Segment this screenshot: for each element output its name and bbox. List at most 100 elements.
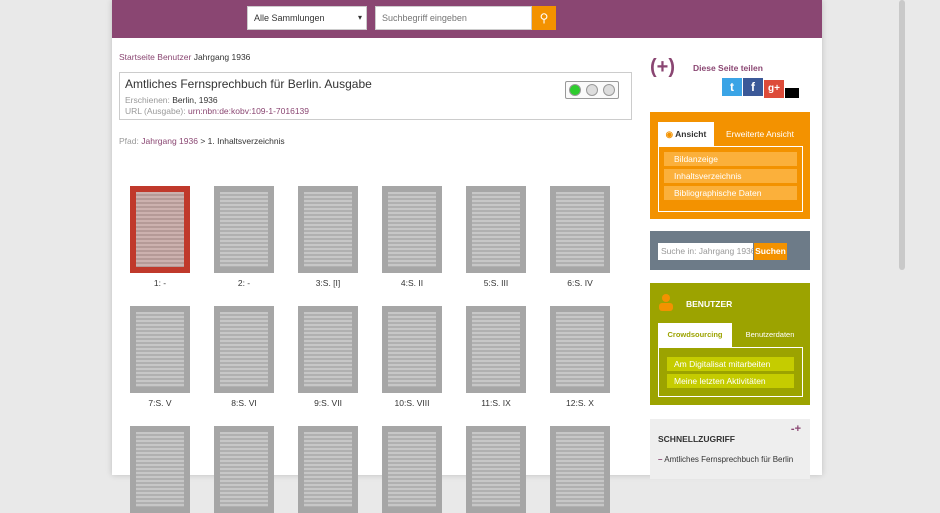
user-options: Am Digitalisat mitarbeiten Meine letzten…: [658, 347, 803, 397]
share-plus-icon: (+): [650, 56, 675, 78]
collection-select-value: Alle Sammlungen: [254, 13, 325, 23]
thumbnail-image[interactable]: [550, 306, 610, 393]
user-item-aktivitaeten[interactable]: Meine letzten Aktivitäten: [667, 374, 794, 388]
thumbnail-label: 8:S. VI: [231, 398, 257, 408]
thumbnail[interactable]: 3:S. [I]: [298, 186, 358, 288]
published-label: Erschienen:: [125, 95, 170, 105]
thumbnail[interactable]: [382, 426, 442, 513]
thumbnail[interactable]: [130, 426, 190, 513]
thumbnail-image[interactable]: [466, 186, 526, 273]
inner-search-button[interactable]: Suchen: [754, 243, 787, 260]
quick-item[interactable]: – Amtliches Fernsprechbuch für Berlin: [658, 455, 798, 465]
quick-toggle[interactable]: -+: [791, 423, 801, 435]
user-icon: [659, 294, 673, 311]
breadcrumb-home[interactable]: Startseite: [119, 52, 155, 62]
breadcrumb-user[interactable]: Benutzer: [157, 52, 191, 62]
published-value: Berlin, 1936: [172, 95, 218, 105]
path-link[interactable]: Jahrgang 1936: [141, 136, 198, 146]
record-published: Erschienen: Berlin, 1936: [125, 95, 626, 106]
record-info-box: Amtliches Fernsprechbuch für Berlin. Aus…: [119, 72, 632, 120]
delicious-icon[interactable]: [785, 88, 799, 98]
tab-erweiterte-ansicht[interactable]: Erweiterte Ansicht: [720, 122, 800, 146]
record-title: Amtliches Fernsprechbuch für Berlin. Aus…: [125, 77, 372, 91]
thumbnail[interactable]: 12:S. X: [550, 306, 610, 408]
thumbnail-image[interactable]: [298, 426, 358, 513]
path-current: 1. Inhaltsverzeichnis: [207, 136, 285, 146]
quick-item-label: Amtliches Fernsprechbuch für Berlin: [664, 455, 794, 464]
twitter-icon[interactable]: t: [722, 78, 742, 96]
thumbnail-image[interactable]: [382, 426, 442, 513]
thumbnail-image[interactable]: [214, 186, 274, 273]
thumbnail-label: 3:S. [I]: [315, 278, 341, 288]
thumbnail[interactable]: 4:S. II: [382, 186, 442, 288]
facebook-icon[interactable]: f: [743, 78, 763, 96]
url-label: URL (Ausgabe):: [125, 106, 186, 116]
thumbnail-image[interactable]: [550, 426, 610, 513]
thumbnail-label: 6:S. IV: [567, 278, 593, 288]
thumbnail[interactable]: [550, 426, 610, 513]
view-item-bibliographische-daten[interactable]: Bibliographische Daten: [664, 186, 797, 200]
thumbnail[interactable]: 6:S. IV: [550, 186, 610, 288]
view-options: Bildanzeige Inhaltsverzeichnis Bibliogra…: [658, 146, 803, 212]
view-item-inhaltsverzeichnis[interactable]: Inhaltsverzeichnis: [664, 169, 797, 183]
thumbnail-image[interactable]: [466, 426, 526, 513]
thumbnail-image[interactable]: [214, 306, 274, 393]
status-lights: [565, 81, 619, 99]
thumbnail-label: 5:S. III: [483, 278, 509, 288]
thumbnail[interactable]: [466, 426, 526, 513]
collection-select[interactable]: Alle Sammlungen ▾: [247, 6, 367, 30]
inner-search-box: Suche in: Jahrgang 1936 Suchen: [650, 231, 810, 270]
thumbnail-label: 2: -: [237, 278, 251, 288]
url-link[interactable]: urn:nbn:de:kobv:109-1-7016139: [188, 106, 309, 116]
scrollbar[interactable]: [899, 0, 905, 270]
share-box: (+) Diese Seite teilen t f g+: [650, 56, 810, 106]
select-arrow-icon: ▾: [357, 13, 362, 22]
search-icon: ⚲: [539, 11, 549, 25]
quick-item-dash: –: [658, 455, 663, 464]
record-url: URL (Ausgabe): urn:nbn:de:kobv:109-1-701…: [125, 106, 626, 117]
thumbnail-label: 10:S. VIII: [394, 398, 430, 408]
user-header: BENUTZER: [686, 299, 733, 309]
google-plus-icon[interactable]: g+: [764, 80, 784, 98]
thumbnail[interactable]: 1: -: [130, 186, 190, 288]
path-separator: >: [200, 136, 206, 146]
thumbnail-label: 4:S. II: [400, 278, 424, 288]
quick-header: SCHNELLZUGRIFF: [658, 434, 735, 444]
search-button[interactable]: ⚲: [532, 6, 556, 30]
page: Alle Sammlungen ▾ ⚲ Startseite Benutzer …: [112, 0, 822, 513]
thumbnail-image[interactable]: [382, 306, 442, 393]
thumbnail-image[interactable]: [466, 306, 526, 393]
thumbnail-image[interactable]: [130, 306, 190, 393]
thumbnail[interactable]: 10:S. VIII: [382, 306, 442, 408]
thumbnail[interactable]: 2: -: [214, 186, 274, 288]
view-item-bildanzeige[interactable]: Bildanzeige: [664, 152, 797, 166]
eye-icon: ◉: [665, 129, 674, 139]
thumbnail[interactable]: 8:S. VI: [214, 306, 274, 408]
tab-ansicht[interactable]: ◉ Ansicht: [658, 122, 714, 146]
view-panel: ◉ Ansicht Erweiterte Ansicht Bildanzeige…: [650, 112, 810, 219]
thumbnail[interactable]: 11:S. IX: [466, 306, 526, 408]
inner-search-input[interactable]: Suche in: Jahrgang 1936: [658, 243, 753, 260]
tab-ansicht-label: Ansicht: [675, 129, 707, 139]
thumbnail[interactable]: 7:S. V: [130, 306, 190, 408]
path-label: Pfad:: [119, 136, 139, 146]
user-item-mitarbeiten[interactable]: Am Digitalisat mitarbeiten: [667, 357, 794, 371]
thumbnail[interactable]: [214, 426, 274, 513]
search-input[interactable]: [375, 6, 532, 30]
status-light-grey: [603, 84, 615, 96]
breadcrumb-current: Jahrgang 1936: [193, 52, 251, 62]
share-icons: t f g+: [722, 78, 800, 98]
thumbnail-image[interactable]: [130, 426, 190, 513]
thumbnail-image[interactable]: [298, 306, 358, 393]
thumbnail-image[interactable]: [298, 186, 358, 273]
thumbnail-label: 12:S. X: [566, 398, 594, 408]
thumbnail-image[interactable]: [214, 426, 274, 513]
thumbnail[interactable]: [298, 426, 358, 513]
thumbnail-image[interactable]: [550, 186, 610, 273]
thumbnail-image[interactable]: [130, 186, 190, 273]
thumbnail-image[interactable]: [382, 186, 442, 273]
tab-benutzerdaten[interactable]: Benutzerdaten: [738, 323, 802, 347]
tab-crowdsourcing[interactable]: Crowdsourcing: [658, 323, 732, 347]
thumbnail[interactable]: 5:S. III: [466, 186, 526, 288]
thumbnail[interactable]: 9:S. VII: [298, 306, 358, 408]
